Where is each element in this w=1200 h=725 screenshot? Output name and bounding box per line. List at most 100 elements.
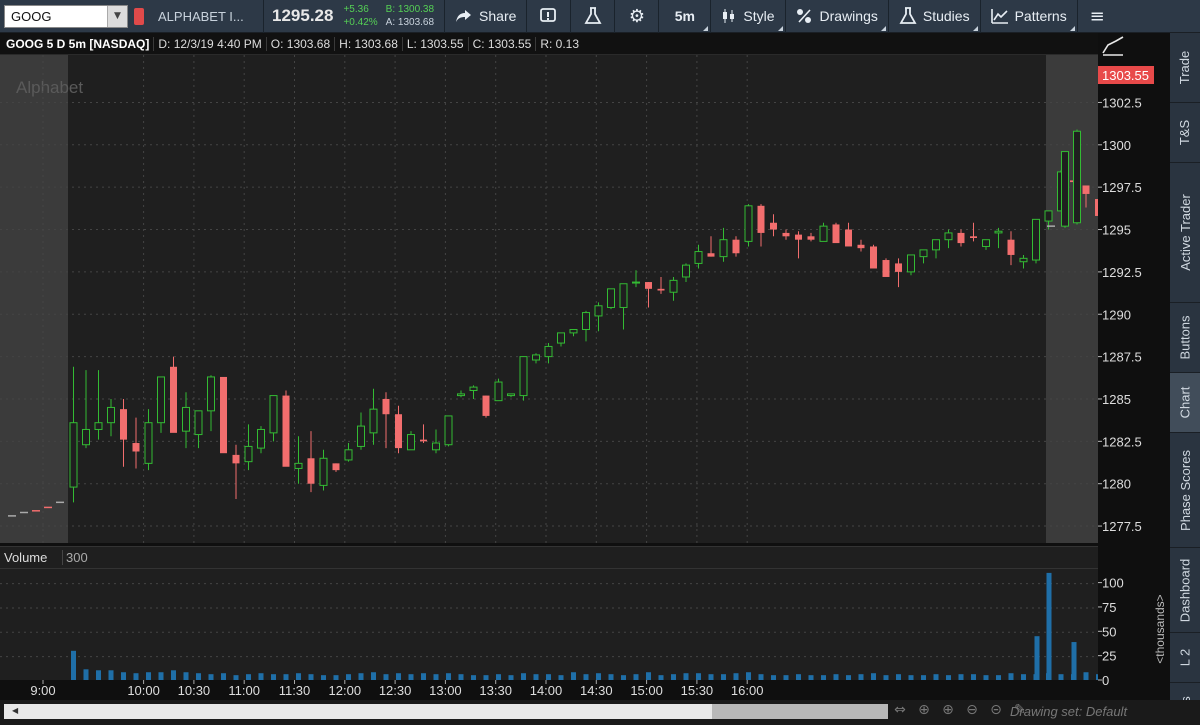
bar-range: R: 0.13 <box>540 36 580 51</box>
price-tick-label: 1280 <box>1102 477 1131 492</box>
corner-marker <box>972 25 978 31</box>
timeframe-label: 5m <box>674 8 695 24</box>
chart-title: GOOG 5 D 5m [NASDAQ] <box>0 36 155 51</box>
drawings-button[interactable]: Drawings <box>784 0 888 33</box>
settings-button[interactable]: ⚙ <box>614 0 658 33</box>
corner-marker <box>880 25 886 31</box>
candle <box>157 376 165 424</box>
candle <box>519 356 528 397</box>
candle <box>94 422 103 430</box>
candle <box>257 428 265 449</box>
side-tab-label: Chart <box>1177 386 1193 419</box>
candle <box>994 230 1003 234</box>
symbol-description: ALPHABET I... <box>158 8 244 24</box>
candle <box>319 457 328 486</box>
time-tick-label: 11:00 <box>228 683 260 698</box>
studies-button[interactable]: Studies <box>887 0 980 33</box>
drawings-label: Drawings <box>819 8 878 24</box>
time-tick-label: 9:00 <box>30 683 55 698</box>
link-lock-icon[interactable] <box>134 7 144 25</box>
toolbar-divider <box>263 0 264 33</box>
drawings-icon <box>796 9 811 23</box>
corner-marker <box>777 25 783 31</box>
price-chart[interactable]: Alphabet <box>0 55 1165 543</box>
zoom-in-icon[interactable]: ⊕ <box>938 702 958 718</box>
symbol-dropdown-icon[interactable]: ▼ <box>107 5 127 27</box>
side-tab-trade[interactable]: Trade <box>1170 33 1200 103</box>
price-tick-label: 1297.5 <box>1102 180 1142 195</box>
timeframe-button[interactable]: 5m <box>658 0 710 33</box>
time-axis[interactable]: 9:00 10:00 10:30 11:00 11:30 12:00 12:30 13:00 1… <box>0 680 1098 700</box>
postmarket-shade <box>1046 55 1098 543</box>
candle <box>457 393 465 397</box>
candle <box>1032 218 1040 261</box>
hamburger-icon: ≡ <box>1089 5 1105 27</box>
afterhours-candle <box>1073 130 1081 224</box>
bottom-bar: ◀ ⇔ ⊕ ⊕ ⊖ ⊝ ✎ Drawing set: Default <box>0 700 1200 725</box>
zoom-icon[interactable]: ⊖ <box>962 702 982 718</box>
volume-bar <box>71 650 76 681</box>
candle <box>69 422 78 488</box>
bar-open: O: 1303.68 <box>267 36 336 51</box>
side-tab-active-trader[interactable]: Active Trader <box>1170 163 1200 303</box>
alert-button[interactable] <box>526 0 570 33</box>
side-tab-dashboard[interactable]: Dashboard <box>1170 548 1200 633</box>
candle <box>582 312 590 330</box>
share-button[interactable]: Share <box>444 0 526 33</box>
candle <box>82 428 90 446</box>
last-price-badge-text: 1303.55 <box>1102 68 1149 83</box>
side-tab-buttons[interactable]: Buttons <box>1170 303 1200 373</box>
horizontal-scrollbar[interactable]: ◀ <box>4 704 888 719</box>
side-tab-label: T&S <box>1177 119 1193 146</box>
candle <box>1019 257 1028 263</box>
candle <box>244 445 253 463</box>
flask-button[interactable] <box>570 0 614 33</box>
scroll-thumb[interactable] <box>712 704 888 719</box>
candle <box>970 236 977 238</box>
candle <box>194 410 203 436</box>
price-tick-label: 1290 <box>1102 307 1131 322</box>
change-percent: +0.42% <box>343 17 378 28</box>
share-icon <box>456 10 472 22</box>
candle-style-icon <box>723 9 735 23</box>
trend-toggle-button[interactable] <box>1101 35 1125 57</box>
candle <box>770 222 777 230</box>
candle <box>719 239 728 258</box>
bid-price: B: 1300.38 <box>385 4 435 15</box>
candle <box>332 463 340 471</box>
price-axis[interactable]: 1277.5 1280 1282.5 1285 1287.5 1290 1292.5 1295… <box>1084 33 1170 700</box>
side-tab-t-s[interactable]: T&S <box>1170 103 1200 163</box>
volume-chart[interactable]: Volume 300 <box>0 546 1098 681</box>
candle <box>944 232 953 241</box>
gear-icon: ⚙ <box>628 5 645 27</box>
flask-icon <box>584 7 602 24</box>
ask-price: A: 1303.68 <box>385 17 435 28</box>
candle <box>957 232 965 244</box>
pan-icon[interactable]: ⇔ <box>890 702 910 718</box>
symbol-text: GOOG <box>11 8 52 24</box>
drawing-set-label[interactable]: Drawing set: Default <box>1010 704 1127 719</box>
candle <box>907 254 915 273</box>
candle <box>269 395 278 434</box>
side-tab-l-2[interactable]: L 2 <box>1170 633 1200 683</box>
scroll-left-icon[interactable]: ◀ <box>12 706 18 715</box>
patterns-button[interactable]: Patterns <box>979 0 1077 33</box>
zoom-out-icon[interactable]: ⊝ <box>986 702 1006 718</box>
candle <box>694 251 703 264</box>
candle <box>870 246 877 269</box>
candle <box>144 422 153 464</box>
crosshair-icon[interactable]: ⊕ <box>914 702 934 718</box>
menu-button[interactable]: ≡ <box>1076 0 1117 33</box>
style-button[interactable]: Style <box>710 0 784 33</box>
symbol-input[interactable]: GOOG ▼ <box>4 4 128 28</box>
candle <box>845 229 852 247</box>
side-tab-phase-scores[interactable]: Phase Scores <box>1170 433 1200 548</box>
candle <box>882 260 890 277</box>
price-axis-svg: 1277.5 1280 1282.5 1285 1287.5 1290 1292.5 1295… <box>1084 35 1167 688</box>
candle <box>182 406 190 432</box>
candle <box>307 458 315 484</box>
time-tick-label: 12:30 <box>379 683 412 698</box>
side-tab-chart[interactable]: Chart <box>1170 373 1200 433</box>
candle <box>469 386 478 392</box>
alert-icon <box>539 8 556 22</box>
